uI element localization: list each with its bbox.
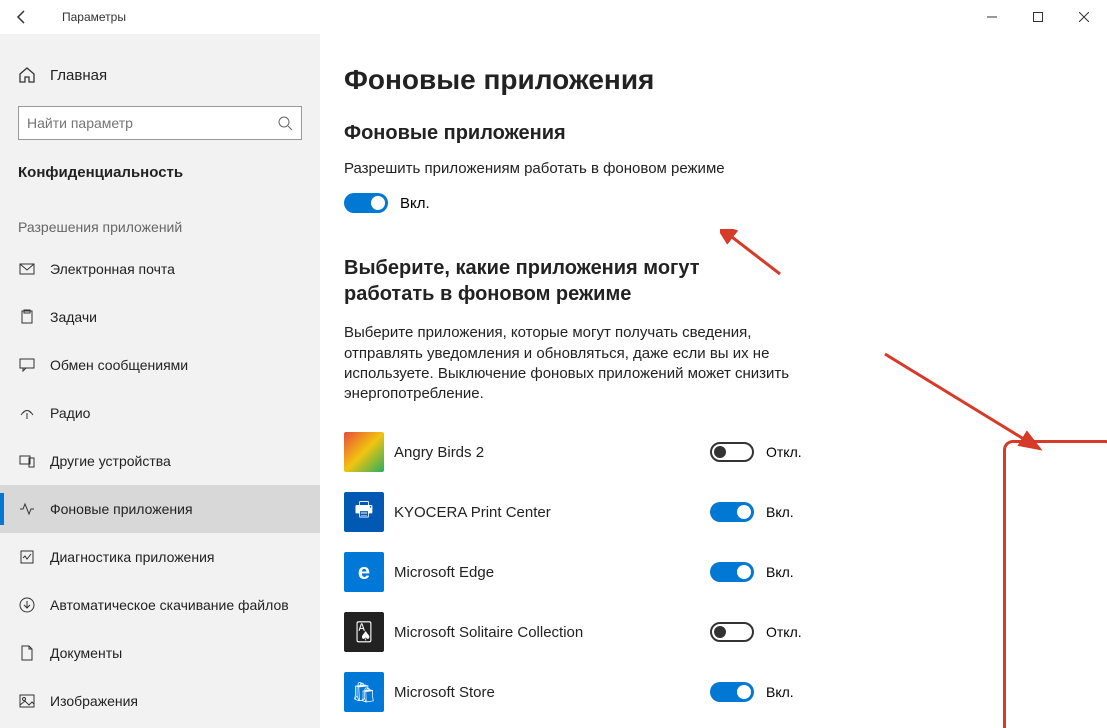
app-row: e Microsoft Edge Вкл. xyxy=(344,542,804,602)
app-name: Angry Birds 2 xyxy=(394,444,700,461)
sidebar-item-email[interactable]: Электронная почта xyxy=(0,245,320,293)
app-row: 🖶 KYOCERA Print Center Вкл. xyxy=(344,482,804,542)
sidebar-item-label: Обмен сообщениями xyxy=(50,357,188,373)
minimize-icon xyxy=(987,12,997,22)
sidebar-item-tasks[interactable]: Задачи xyxy=(0,293,320,341)
arrow-left-icon xyxy=(14,9,30,25)
minimize-button[interactable] xyxy=(969,0,1015,34)
app-toggle[interactable] xyxy=(710,562,754,582)
search-icon xyxy=(277,115,293,131)
sidebar-item-images[interactable]: Изображения xyxy=(0,677,320,725)
home-icon xyxy=(18,66,36,84)
app-toggle[interactable] xyxy=(710,442,754,462)
sidebar-item-label: Фоновые приложения xyxy=(50,501,193,517)
search-input[interactable] xyxy=(27,115,277,131)
master-toggle-label: Вкл. xyxy=(400,195,430,212)
search-box[interactable] xyxy=(18,106,302,140)
page-title: Фоновые приложения xyxy=(344,64,1067,96)
app-row: 🛍 Microsoft Store Вкл. xyxy=(344,662,804,722)
app-name: KYOCERA Print Center xyxy=(394,504,700,521)
app-name: Microsoft Store xyxy=(394,684,700,701)
diagnostics-icon xyxy=(18,548,36,566)
sidebar-subcategory: Разрешения приложений xyxy=(0,195,320,245)
app-icon-solitaire: 🂡 xyxy=(344,612,384,652)
app-toggle-label: Вкл. xyxy=(766,504,804,520)
clipboard-icon xyxy=(18,308,36,326)
section2-desc: Выберите приложения, которые могут получ… xyxy=(344,323,794,404)
app-icon-store: 🛍 xyxy=(344,672,384,712)
content: Фоновые приложения Фоновые приложения Ра… xyxy=(320,34,1107,728)
sidebar-item-auto-download[interactable]: Автоматическое скачивание файлов xyxy=(0,581,320,629)
sidebar-item-label: Электронная почта xyxy=(50,261,175,277)
radio-icon xyxy=(18,404,36,422)
app-toggle-label: Вкл. xyxy=(766,684,804,700)
sidebar-item-label: Документы xyxy=(50,645,122,661)
app-toggle-label: Вкл. xyxy=(766,564,804,580)
app-list: Angry Birds 2 Откл. 🖶 KYOCERA Print Cent… xyxy=(344,422,1067,722)
maximize-icon xyxy=(1033,12,1043,22)
document-icon xyxy=(18,644,36,662)
app-toggle[interactable] xyxy=(710,682,754,702)
app-toggle[interactable] xyxy=(710,622,754,642)
app-row: 🂡 Microsoft Solitaire Collection Откл. xyxy=(344,602,804,662)
sidebar-item-label: Автоматическое скачивание файлов xyxy=(50,597,289,613)
sidebar-item-label: Задачи xyxy=(50,309,97,325)
devices-icon xyxy=(18,452,36,470)
master-toggle[interactable] xyxy=(344,193,388,213)
app-name: Microsoft Solitaire Collection xyxy=(394,624,700,641)
sidebar-category: Конфиденциальность xyxy=(0,140,320,195)
sidebar-item-background-apps[interactable]: Фоновые приложения xyxy=(0,485,320,533)
download-icon xyxy=(18,596,36,614)
image-icon xyxy=(18,692,36,710)
sidebar-item-label: Диагностика приложения xyxy=(50,549,214,565)
app-toggle-label: Откл. xyxy=(766,444,804,460)
app-icon-angry-birds xyxy=(344,432,384,472)
maximize-button[interactable] xyxy=(1015,0,1061,34)
sidebar-home[interactable]: Главная xyxy=(0,56,320,94)
section-title: Фоновые приложения xyxy=(344,122,1067,145)
app-icon-kyocera: 🖶 xyxy=(344,492,384,532)
close-icon xyxy=(1079,12,1089,22)
back-button[interactable] xyxy=(0,0,44,34)
sidebar-item-messaging[interactable]: Обмен сообщениями xyxy=(0,341,320,389)
mail-icon xyxy=(18,260,36,278)
sidebar-item-documents[interactable]: Документы xyxy=(0,629,320,677)
sidebar-item-diagnostics[interactable]: Диагностика приложения xyxy=(0,533,320,581)
sidebar: Главная Конфиденциальность Разрешения пр… xyxy=(0,34,320,728)
app-toggle-label: Откл. xyxy=(766,624,804,640)
app-icon-edge: e xyxy=(344,552,384,592)
titlebar: Параметры xyxy=(0,0,1107,34)
sidebar-item-other-devices[interactable]: Другие устройства xyxy=(0,437,320,485)
app-row: Angry Birds 2 Откл. xyxy=(344,422,804,482)
app-name: Microsoft Edge xyxy=(394,564,700,581)
sidebar-item-label: Изображения xyxy=(50,693,138,709)
sidebar-home-label: Главная xyxy=(50,67,107,84)
window-title: Параметры xyxy=(44,10,126,24)
chat-icon xyxy=(18,356,36,374)
close-button[interactable] xyxy=(1061,0,1107,34)
activity-icon xyxy=(18,500,36,518)
app-toggle[interactable] xyxy=(710,502,754,522)
sidebar-item-label: Другие устройства xyxy=(50,453,171,469)
section2-title: Выберите, какие приложения могут работат… xyxy=(344,255,784,307)
section-desc: Разрешить приложениям работать в фоновом… xyxy=(344,159,794,179)
sidebar-item-label: Радио xyxy=(50,405,90,421)
sidebar-item-radio[interactable]: Радио xyxy=(0,389,320,437)
